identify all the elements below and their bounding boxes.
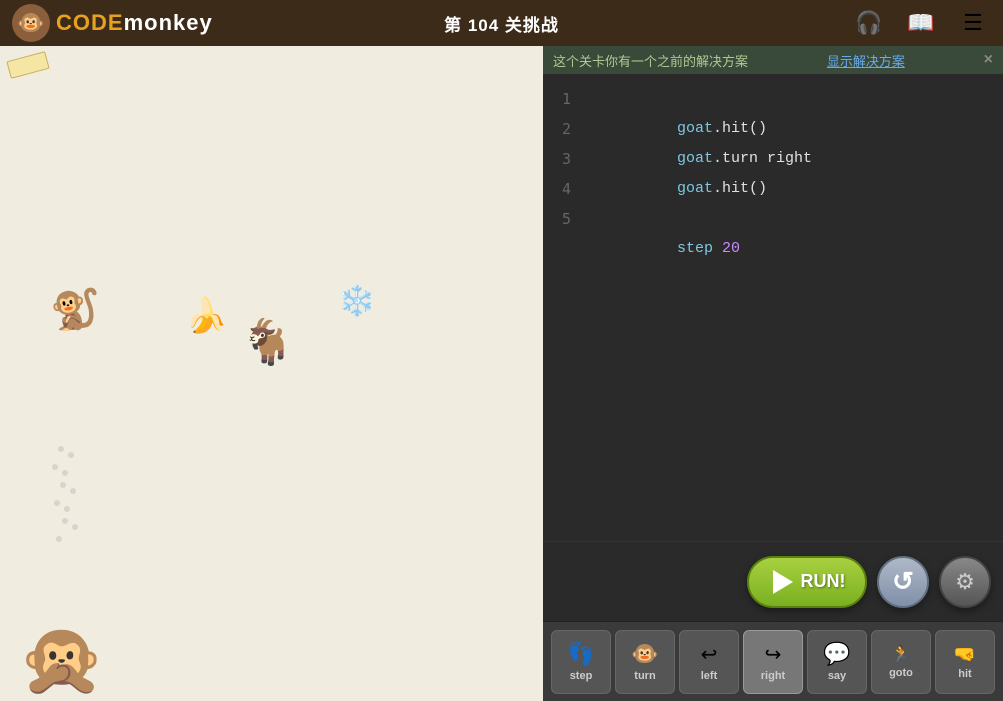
run-button[interactable]: RUN! xyxy=(747,556,867,608)
monkey-bottom-character: 🙊 xyxy=(18,619,105,701)
goto-label: goto xyxy=(889,667,913,679)
logo-monkey-icon: 🐵 xyxy=(12,4,50,42)
cmd-hit-button[interactable]: 🤜 hit xyxy=(935,630,995,694)
run-label: RUN! xyxy=(801,571,846,592)
line-number-1: 1 xyxy=(543,84,587,114)
hit-icon: 🤜 xyxy=(954,644,976,665)
say-icon: 💬 xyxy=(823,641,850,667)
ruler-icon xyxy=(6,51,49,79)
cmd-goto-button[interactable]: 🏃 goto xyxy=(871,630,931,694)
notice-close-button[interactable]: × xyxy=(984,51,993,69)
goto-icon: 🏃 xyxy=(891,644,911,664)
cmd-left-button[interactable]: ↩ left xyxy=(679,630,739,694)
main-layout: 🐒 🍌 🐐 ❄️ 🙊 这个关卡你有一个之前的解决方案 显示解决方案 × xyxy=(0,46,1003,701)
reset-icon: ↺ xyxy=(892,566,914,597)
settings-button[interactable]: ⚙ xyxy=(939,556,991,608)
step-icon: 👣 xyxy=(567,641,594,667)
step-label: step xyxy=(570,670,593,682)
line-number-2: 2 xyxy=(543,114,587,144)
menu-icon[interactable]: ☰ xyxy=(955,5,991,41)
say-label: say xyxy=(828,670,846,682)
logo-area: 🐵 CODEmonkey xyxy=(12,4,213,42)
monkey-character: 🐒 xyxy=(50,286,100,333)
cmd-step-button[interactable]: 👣 step xyxy=(551,630,611,694)
banana-item: 🍌 xyxy=(185,296,227,336)
reset-button[interactable]: ↺ xyxy=(877,556,929,608)
line-number-4: 4 xyxy=(543,174,587,204)
notice-link[interactable]: 显示解决方案 xyxy=(827,51,905,70)
notice-text: 这个关卡你有一个之前的解决方案 xyxy=(553,51,748,70)
bottom-bar: RUN! ↺ ⚙ xyxy=(543,541,1003,621)
headphones-icon[interactable]: 🎧 xyxy=(851,5,887,41)
editor-area: 这个关卡你有一个之前的解决方案 显示解决方案 × 1 goat.hit() 2 … xyxy=(543,46,1003,701)
header-title: 第 104 关挑战 xyxy=(444,11,559,36)
hit-label: hit xyxy=(958,668,971,680)
left-label: left xyxy=(701,670,718,682)
turn-icon: 🐵 xyxy=(631,641,658,667)
cmd-right-button[interactable]: ↪ right xyxy=(743,630,803,694)
logo-code: CODE xyxy=(56,10,124,35)
logo-text: CODEmonkey xyxy=(56,10,213,36)
cmd-turn-button[interactable]: 🐵 turn xyxy=(615,630,675,694)
right-icon: ↪ xyxy=(765,642,782,667)
map-icon[interactable]: 📖 xyxy=(903,5,939,41)
logo-monkey-text: monkey xyxy=(124,10,213,35)
line-number-5: 5 xyxy=(543,204,587,234)
goat-character: 🐐 xyxy=(240,316,295,368)
settings-icon: ⚙ xyxy=(955,569,975,595)
ice-item: ❄️ xyxy=(338,284,375,319)
right-label: right xyxy=(761,670,785,682)
code-line-5: 5 step 20 xyxy=(543,204,1003,234)
toolbar: 👣 step 🐵 turn ↩ left ↪ right 💬 say xyxy=(543,621,1003,701)
header-icons: 🎧 📖 ☰ xyxy=(851,5,991,41)
notice-bar: 这个关卡你有一个之前的解决方案 显示解决方案 × xyxy=(543,46,1003,74)
cmd-say-button[interactable]: 💬 say xyxy=(807,630,867,694)
play-icon xyxy=(773,570,793,594)
code-line-1: 1 goat.hit() xyxy=(543,84,1003,114)
line-content-5: step 20 xyxy=(587,204,740,294)
left-icon: ↩ xyxy=(701,642,718,667)
code-editor[interactable]: 1 goat.hit() 2 goat.turn right 3 goat.hi… xyxy=(543,74,1003,541)
header: 🐵 CODEmonkey 第 104 关挑战 🎧 📖 ☰ xyxy=(0,0,1003,46)
line-number-3: 3 xyxy=(543,144,587,174)
game-area: 🐒 🍌 🐐 ❄️ 🙊 xyxy=(0,46,543,701)
turn-label: turn xyxy=(634,670,655,682)
code-line-2: 2 goat.turn right xyxy=(543,114,1003,144)
